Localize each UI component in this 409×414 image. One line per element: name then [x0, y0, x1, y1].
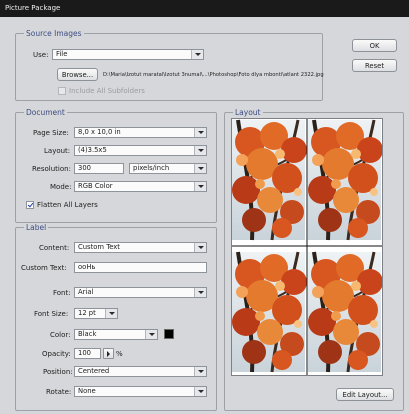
opacity-slider-button[interactable] — [103, 348, 114, 359]
chevron-down-icon — [194, 367, 206, 376]
chevron-down-icon — [194, 182, 206, 191]
font-size-select[interactable]: 12 pt — [74, 308, 118, 319]
font-size-label: Font Size: — [34, 310, 69, 318]
chevron-down-icon — [194, 146, 206, 155]
custom-text-label: Custom Text: — [21, 264, 67, 272]
window-title: Picture Package — [5, 4, 61, 12]
flatten-layers-label: Flatten All Layers — [37, 201, 98, 209]
rotate-value: None — [78, 387, 96, 395]
color-label: Color: — [50, 331, 71, 339]
chevron-down-icon — [105, 309, 117, 318]
mode-select[interactable]: RGB Color — [74, 181, 207, 192]
color-value: Black — [78, 330, 97, 338]
content-label: Content: — [39, 244, 70, 252]
color-swatch[interactable] — [164, 329, 174, 339]
position-select[interactable]: Centered — [74, 366, 207, 377]
resolution-label: Resolution: — [32, 165, 71, 173]
reset-button[interactable]: Reset — [352, 59, 397, 72]
content-select[interactable]: Custom Text — [74, 242, 207, 253]
layout-label: Layout: — [44, 147, 71, 155]
position-value: Centered — [78, 367, 110, 375]
photo-2 — [306, 119, 382, 242]
font-size-value: 12 pt — [78, 309, 96, 317]
include-subfolders-label: Include All Subfolders — [69, 87, 145, 95]
browse-button[interactable]: Browse... — [57, 68, 98, 81]
chevron-down-icon — [191, 50, 203, 59]
layout-legend: Layout — [235, 108, 261, 117]
opacity-input[interactable]: 100 — [74, 348, 101, 359]
source-path: D:\Maria\Izotut maratal\Izotut 3numal\..… — [103, 72, 324, 78]
mode-label: Mode: — [50, 183, 72, 191]
font-label: Font: — [53, 289, 71, 297]
use-value: File — [56, 50, 68, 58]
layout-preview[interactable] — [231, 118, 383, 376]
chevron-down-icon — [145, 330, 157, 339]
mode-value: RGB Color — [78, 182, 113, 190]
include-subfolders-checkbox[interactable] — [58, 87, 66, 95]
ok-button[interactable]: OK — [352, 39, 397, 52]
resolution-unit-select[interactable]: pixels/inch — [129, 163, 207, 174]
font-select[interactable]: Arial — [74, 287, 207, 298]
rotate-label: Rotate: — [46, 388, 72, 396]
label-legend: Label — [26, 223, 47, 232]
chevron-down-icon — [194, 288, 206, 297]
layout-select[interactable]: (4)3.5x5 — [74, 145, 207, 156]
resolution-unit-value: pixels/inch — [133, 164, 170, 172]
photo-3 — [232, 250, 309, 374]
flatten-layers-checkbox[interactable] — [26, 201, 34, 209]
rotate-select[interactable]: None — [74, 386, 207, 397]
opacity-unit: % — [116, 350, 123, 358]
custom-text-input[interactable]: ooHь — [74, 262, 207, 273]
chevron-down-icon — [194, 128, 206, 137]
font-value: Arial — [78, 288, 94, 296]
layout-preview-svg — [232, 119, 382, 375]
chevron-down-icon — [194, 164, 206, 173]
chevron-down-icon — [194, 387, 206, 396]
edit-layout-button[interactable]: Edit Layout... — [336, 388, 394, 401]
photo-4 — [306, 250, 382, 374]
page-size-value: 8,0 x 10,0 in — [78, 128, 121, 136]
title-bar: Picture Package — [0, 0, 409, 17]
layout-value: (4)3.5x5 — [78, 146, 107, 154]
use-select[interactable]: File — [52, 49, 204, 60]
content-value: Custom Text — [78, 243, 120, 251]
source-images-legend: Source Images — [26, 29, 82, 38]
photo-1 — [232, 119, 309, 242]
position-label: Position: — [43, 368, 73, 376]
opacity-label: Opacity: — [42, 350, 71, 358]
resolution-input[interactable]: 300 — [74, 163, 124, 174]
document-legend: Document — [26, 108, 65, 117]
picture-package-dialog: Source Images Use: File Browse... D:\Mar… — [0, 17, 409, 414]
triangle-right-icon — [107, 350, 110, 357]
color-select[interactable]: Black — [74, 329, 158, 340]
page-size-label: Page Size: — [33, 129, 69, 137]
use-label: Use: — [33, 51, 49, 59]
page-size-select[interactable]: 8,0 x 10,0 in — [74, 127, 207, 138]
chevron-down-icon — [194, 243, 206, 252]
